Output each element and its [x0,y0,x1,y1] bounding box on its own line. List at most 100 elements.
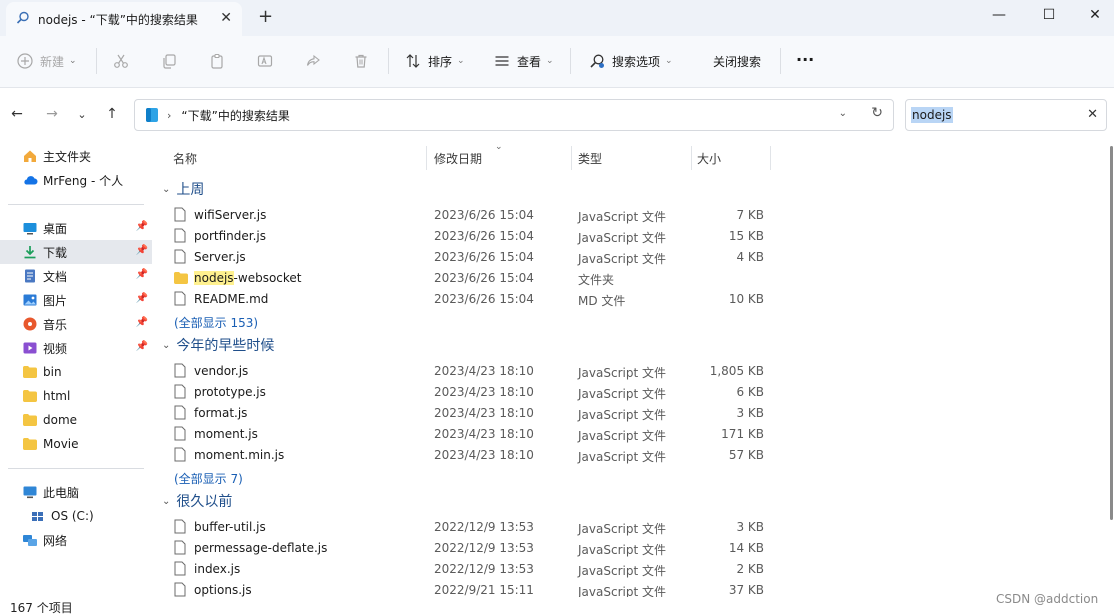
paste-button[interactable] [208,51,226,71]
video-icon [22,340,38,356]
file-date: 2023/6/26 15:04 [434,250,534,264]
sidebar-item-dome[interactable]: dome [0,408,152,432]
file-size: 7 KB [736,208,764,222]
column-divider[interactable] [571,146,572,170]
rename-button[interactable] [256,51,274,71]
more-options-button[interactable]: ··· [796,49,814,69]
table-row[interactable]: portfinder.js 2023/6/26 15:04 JavaScript… [156,226,1114,247]
table-row[interactable]: wifiServer.js 2023/6/26 15:04 JavaScript… [156,205,1114,226]
maximize-button[interactable]: ☐ [1026,0,1072,30]
table-row[interactable]: index.js 2022/12/9 13:53 JavaScript 文件 2… [156,559,1114,580]
close-window-button[interactable]: ✕ [1072,0,1114,30]
view-button[interactable]: 查看 ⌄ [493,51,554,71]
search-box[interactable]: nodejs ✕ [905,99,1107,131]
folder-icon [22,412,38,428]
search-options-button[interactable]: 搜索选项 ⌄ [588,51,673,71]
chevron-down-icon: ⌄ [162,495,171,507]
column-header-date[interactable]: 修改日期 [434,142,482,174]
table-row[interactable]: moment.min.js 2023/4/23 18:10 JavaScript… [156,445,1114,466]
sidebar-item-html[interactable]: html [0,384,152,408]
clear-search-icon[interactable]: ✕ [1087,107,1098,122]
address-history-icon[interactable]: ⌄ [839,108,847,119]
sidebar-item-desktop[interactable]: 桌面 📌 [0,216,152,240]
search-input[interactable]: nodejs [911,107,953,123]
group-title: 上周 [176,182,205,198]
sidebar-item-this-pc[interactable]: 此电脑 [0,480,152,504]
file-icon [174,540,186,558]
column-header-type[interactable]: 类型 [578,142,602,174]
table-row[interactable]: options.js 2022/9/21 15:11 JavaScript 文件… [156,580,1114,597]
refresh-icon[interactable]: ↻ [871,105,883,121]
sidebar-item-music[interactable]: 音乐 📌 [0,312,152,336]
table-row[interactable]: nodejs-websocket 2023/6/26 15:04 文件夹 [156,268,1114,289]
group-header-last-week[interactable]: ⌄ 上周 [162,178,204,200]
table-row[interactable]: README.md 2023/6/26 15:04 MD 文件 10 KB [156,289,1114,310]
show-all-link[interactable]: (全部显示 7) [174,470,243,487]
table-row[interactable]: format.js 2023/4/23 18:10 JavaScript 文件 … [156,403,1114,424]
file-date: 2023/6/26 15:04 [434,292,534,306]
table-row[interactable]: prototype.js 2023/4/23 18:10 JavaScript … [156,382,1114,403]
file-type: JavaScript 文件 [578,252,666,266]
recent-locations-button[interactable]: ⌄ [72,104,92,124]
file-size: 1,805 KB [709,364,764,378]
tab-close-icon[interactable]: ✕ [220,10,232,26]
chevron-down-icon: ⌄ [162,339,171,351]
file-icon [174,363,186,381]
sidebar-item-pictures[interactable]: 图片 📌 [0,288,152,312]
up-button[interactable]: ↑ [102,104,122,124]
minimize-button[interactable]: — [976,0,1022,30]
table-row[interactable]: vendor.js 2023/4/23 18:10 JavaScript 文件 … [156,361,1114,382]
navigation-pane: 主文件夹 MrFeng - 个人 桌面 📌 下载 📌 文档 📌 图片 📌 音乐 … [0,142,155,597]
group-header-earlier-this-year[interactable]: ⌄ 今年的早些时候 [162,334,274,356]
close-search-button[interactable]: 关闭搜索 [713,51,761,71]
copy-button[interactable] [160,51,178,71]
show-all-link[interactable]: (全部显示 153) [174,314,258,331]
forward-button[interactable]: → [42,104,62,124]
cut-button[interactable] [112,51,130,71]
sidebar-item-downloads[interactable]: 下载 📌 [0,240,152,264]
navigation-bar: ← → ⌄ ↑ › “下载”中的搜索结果 ⌄ ↻ nodejs ✕ [0,88,1114,142]
address-bar[interactable]: › “下载”中的搜索结果 ⌄ ↻ [134,99,894,131]
sidebar-item-home[interactable]: 主文件夹 [0,144,152,168]
breadcrumb[interactable]: “下载”中的搜索结果 [181,107,289,124]
column-divider[interactable] [691,146,692,170]
table-row[interactable]: Server.js 2023/6/26 15:04 JavaScript 文件 … [156,247,1114,268]
home-icon [22,148,38,164]
sidebar-item-os-drive[interactable]: OS (C:) [0,504,152,528]
pin-icon[interactable]: 📌 [136,269,148,280]
sidebar-item-onedrive[interactable]: MrFeng - 个人 [0,168,152,192]
file-date: 2023/4/23 18:10 [434,385,534,399]
pin-icon[interactable]: 📌 [136,341,148,352]
table-row[interactable]: permessage-deflate.js 2022/12/9 13:53 Ja… [156,538,1114,559]
pin-icon[interactable]: 📌 [136,293,148,304]
back-button[interactable]: ← [7,104,27,124]
column-divider[interactable] [426,146,427,170]
sidebar-item-documents[interactable]: 文档 📌 [0,264,152,288]
sidebar-item-label: 文档 [43,269,68,284]
image-icon [22,292,38,308]
vertical-scrollbar[interactable] [1110,146,1113,520]
sidebar-item-bin[interactable]: bin [0,360,152,384]
sidebar-item-videos[interactable]: 视频 📌 [0,336,152,360]
drive-icon [30,508,46,524]
pin-icon[interactable]: 📌 [136,245,148,256]
table-row[interactable]: moment.js 2023/4/23 18:10 JavaScript 文件 … [156,424,1114,445]
table-row[interactable]: buffer-util.js 2022/12/9 13:53 JavaScrip… [156,517,1114,538]
search-match-highlight: nodejs [194,271,234,285]
delete-button[interactable] [352,51,370,71]
file-name: index.js [194,562,241,576]
sort-button[interactable]: 排序 ⌄ [404,51,465,71]
pin-icon[interactable]: 📌 [136,317,148,328]
sidebar-item-movie[interactable]: Movie [0,432,152,456]
column-header-size[interactable]: 大小 [697,142,721,174]
arrow-up-icon: ↑ [106,106,118,122]
share-button[interactable] [304,51,322,71]
new-tab-button[interactable]: + [258,6,273,27]
group-header-long-ago[interactable]: ⌄ 很久以前 [162,490,232,512]
column-header-name[interactable]: 名称 [173,142,197,174]
column-divider[interactable] [770,146,771,170]
sidebar-item-network[interactable]: 网络 [0,528,152,552]
pin-icon[interactable]: 📌 [136,221,148,232]
tab-search-results[interactable]: nodejs - “下载”中的搜索结果 ✕ [6,2,242,36]
new-button[interactable]: 新建 ⌄ [16,51,77,71]
